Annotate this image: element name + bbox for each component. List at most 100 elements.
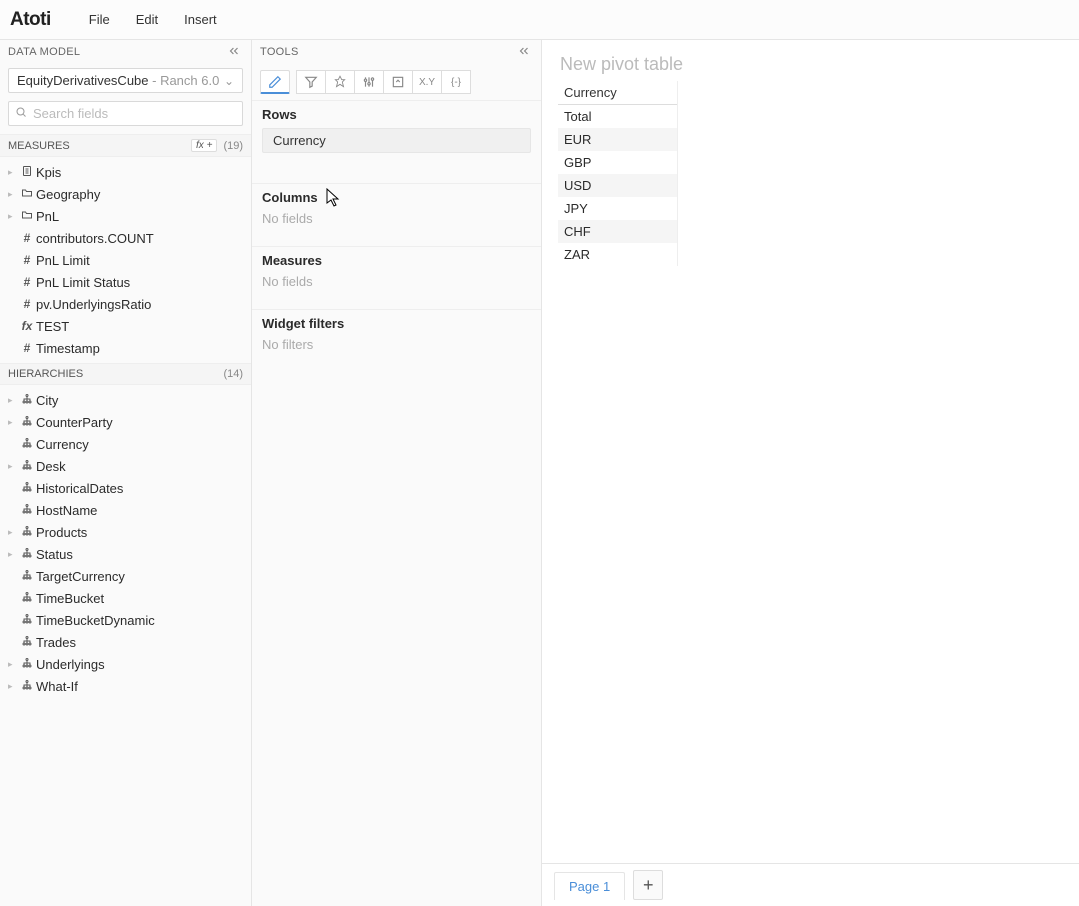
- measure-label: PnL Limit: [36, 253, 90, 268]
- main-area: New pivot table Currency TotalEURGBPUSDJ…: [542, 40, 1079, 906]
- add-page-button[interactable]: +: [633, 870, 663, 900]
- menu-insert[interactable]: Insert: [184, 12, 217, 27]
- hierarchy-row[interactable]: ▸What-If: [0, 675, 251, 697]
- measure-type-icon: [18, 165, 36, 180]
- rows-title: Rows: [262, 107, 531, 122]
- tool-tab-expand[interactable]: [383, 70, 413, 94]
- fx-add-button[interactable]: fx +: [191, 139, 217, 152]
- caret-icon: ▸: [8, 167, 18, 178]
- measure-row[interactable]: fxTEST: [0, 315, 251, 337]
- hierarchy-icon: [18, 569, 36, 584]
- pivot-row[interactable]: ZAR: [558, 243, 677, 266]
- hierarchy-icon: [18, 613, 36, 628]
- caret-icon: ▸: [8, 549, 18, 560]
- tools-panel: TOOLS X.Y: [252, 40, 542, 906]
- app-logo: Atoti: [10, 9, 51, 31]
- measure-row[interactable]: #contributors.COUNT: [0, 227, 251, 249]
- tool-tab-sliders[interactable]: [354, 70, 384, 94]
- menu-file[interactable]: File: [89, 12, 110, 27]
- measures-config-section: Measures No fields: [252, 247, 541, 310]
- chevron-down-icon: ⌄: [224, 74, 234, 88]
- page-tab-1[interactable]: Page 1: [554, 872, 625, 900]
- tabs-footer: Page 1 +: [542, 863, 1079, 906]
- hierarchy-label: City: [36, 393, 58, 408]
- pivot-row[interactable]: Total: [558, 105, 677, 128]
- hierarchy-row[interactable]: ▸CounterParty: [0, 411, 251, 433]
- hierarchy-row[interactable]: TargetCurrency: [0, 565, 251, 587]
- measure-row[interactable]: #PnL Limit Status: [0, 271, 251, 293]
- hierarchy-row[interactable]: ▸Desk: [0, 455, 251, 477]
- measure-label: Geography: [36, 187, 100, 202]
- funnel-icon: [304, 75, 318, 89]
- expand-icon: [391, 75, 405, 89]
- columns-section: Columns No fields: [252, 184, 541, 247]
- cube-suffix: - Ranch 6.0: [149, 73, 220, 88]
- pivot-title[interactable]: New pivot table: [542, 40, 1079, 81]
- hierarchy-label: TimeBucketDynamic: [36, 613, 155, 628]
- measure-label: Kpis: [36, 165, 61, 180]
- measure-row[interactable]: ▸ Geography: [0, 183, 251, 205]
- tool-tab-xy[interactable]: X.Y: [412, 70, 442, 94]
- pivot-row[interactable]: USD: [558, 174, 677, 197]
- caret-icon: ▸: [8, 681, 18, 692]
- pin-icon: [333, 75, 347, 89]
- hierarchy-row[interactable]: TimeBucket: [0, 587, 251, 609]
- sliders-icon: [362, 75, 376, 89]
- collapse-tools-icon[interactable]: [517, 44, 531, 61]
- rows-chip-currency[interactable]: Currency: [262, 128, 531, 153]
- cube-selector[interactable]: EquityDerivativesCube - Ranch 6.0 ⌄: [8, 68, 243, 93]
- pivot-column-header[interactable]: Currency: [558, 81, 677, 105]
- left-panel: DATA MODEL EquityDerivativesCube - Ranch…: [0, 40, 252, 906]
- workspace: DATA MODEL EquityDerivativesCube - Ranch…: [0, 40, 1079, 906]
- measure-type-icon: [18, 187, 36, 202]
- hierarchy-icon: [18, 679, 36, 694]
- hierarchy-icon: [18, 503, 36, 518]
- measure-row[interactable]: #Timestamp: [0, 337, 251, 359]
- pencil-icon: [268, 75, 282, 89]
- pivot-row[interactable]: EUR: [558, 128, 677, 151]
- measures-count: (19): [223, 140, 243, 152]
- measures-section-bar: MEASURES fx + (19): [0, 134, 251, 157]
- tool-tab-filter[interactable]: [296, 70, 326, 94]
- data-model-title: DATA MODEL: [8, 46, 80, 58]
- caret-icon: ▸: [8, 417, 18, 428]
- hierarchy-row[interactable]: ▸Underlyings: [0, 653, 251, 675]
- measure-row[interactable]: #pv.UnderlyingsRatio: [0, 293, 251, 315]
- plus-icon: +: [643, 876, 654, 894]
- hierarchy-row[interactable]: HistoricalDates: [0, 477, 251, 499]
- measure-row[interactable]: #PnL Limit: [0, 249, 251, 271]
- filters-section: Widget filters No filters: [252, 310, 541, 358]
- filters-empty: No filters: [262, 337, 531, 352]
- caret-icon: ▸: [8, 461, 18, 472]
- pivot-row[interactable]: CHF: [558, 220, 677, 243]
- caret-icon: ▸: [8, 395, 18, 406]
- caret-icon: ▸: [8, 211, 18, 222]
- hierarchy-row[interactable]: ▸ City: [0, 389, 251, 411]
- hierarchy-row[interactable]: Currency: [0, 433, 251, 455]
- caret-icon: ▸: [8, 189, 18, 200]
- menu-edit[interactable]: Edit: [136, 12, 158, 27]
- tool-tab-edit[interactable]: [260, 70, 290, 94]
- hierarchy-icon: [18, 415, 36, 430]
- top-bar: Atoti File Edit Insert: [0, 0, 1079, 40]
- collapse-left-icon[interactable]: [227, 44, 241, 61]
- pivot-table: Currency TotalEURGBPUSDJPYCHFZAR: [558, 81, 678, 266]
- tools-header: TOOLS: [252, 40, 541, 64]
- measure-type-icon: #: [18, 231, 36, 245]
- measure-label: Timestamp: [36, 341, 100, 356]
- hierarchy-row[interactable]: ▸Products: [0, 521, 251, 543]
- hierarchy-row[interactable]: ▸Status: [0, 543, 251, 565]
- hierarchy-row[interactable]: Trades: [0, 631, 251, 653]
- hierarchy-row[interactable]: HostName: [0, 499, 251, 521]
- tool-tab-json[interactable]: {-}: [441, 70, 471, 94]
- tool-tab-format[interactable]: [325, 70, 355, 94]
- search-box[interactable]: [8, 101, 243, 126]
- measure-row[interactable]: ▸ Kpis: [0, 161, 251, 183]
- search-input[interactable]: [31, 105, 236, 122]
- hierarchy-row[interactable]: TimeBucketDynamic: [0, 609, 251, 631]
- pivot-row[interactable]: GBP: [558, 151, 677, 174]
- measure-row[interactable]: ▸PnL: [0, 205, 251, 227]
- hierarchy-icon: [18, 635, 36, 650]
- measure-label: TEST: [36, 319, 69, 334]
- pivot-row[interactable]: JPY: [558, 197, 677, 220]
